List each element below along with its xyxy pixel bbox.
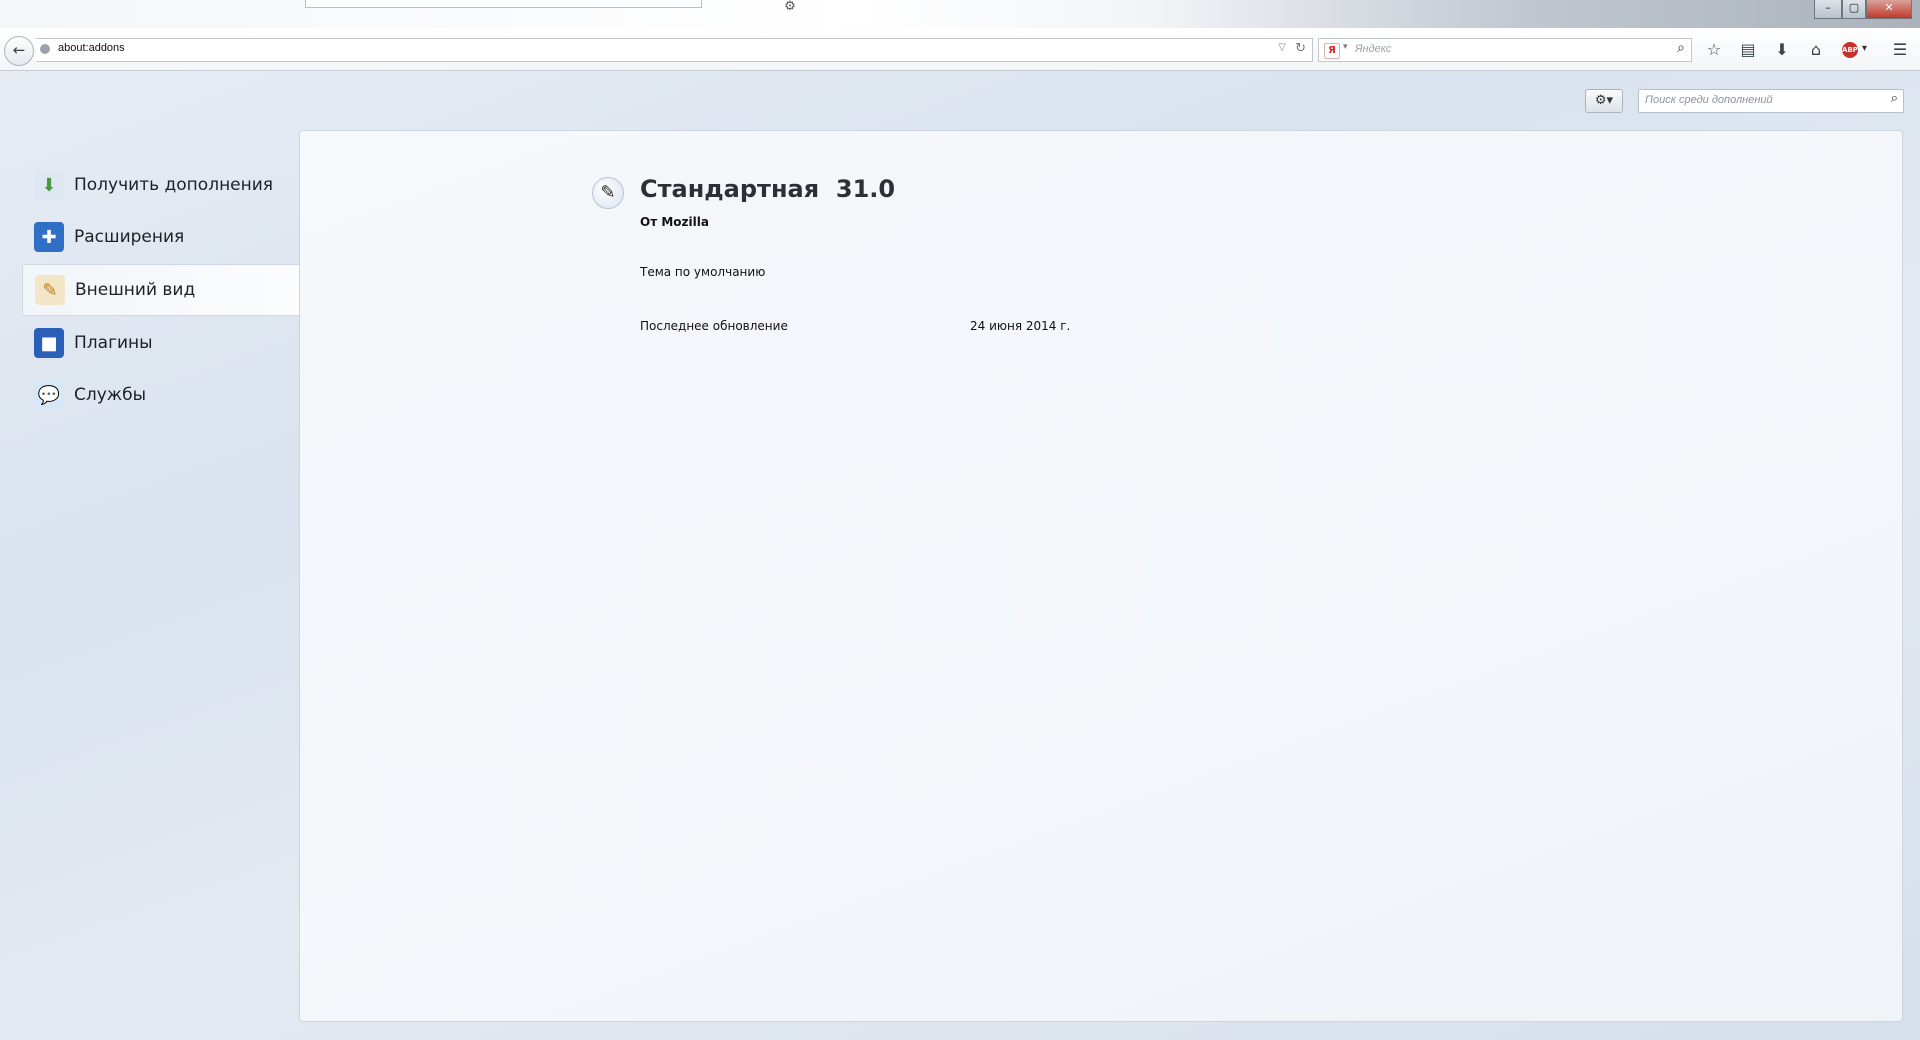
window-controls: – ▢ ✕: [1814, 0, 1912, 19]
category-plugins[interactable]: ■ Плагины: [22, 318, 300, 368]
reload-icon[interactable]: ↻: [1295, 41, 1306, 56]
appearance-icon: ✎: [35, 275, 65, 305]
menu-hamburger-icon[interactable]: ☰: [1886, 38, 1914, 62]
gear-icon: ⚙▾: [1594, 93, 1614, 108]
navigation-bar: ← about:addons ▽ ↻ Я ▾ Яндекс ⌕ ☆ ▤ ⬇ ⌂ …: [0, 28, 1920, 71]
get-addons-icon: ⬇: [34, 170, 64, 200]
url-bar[interactable]: about:addons ▽ ↻: [36, 38, 1313, 62]
plugin-icon: ■: [34, 328, 64, 358]
last-updated-value: 24 июня 2014 г.: [970, 319, 1071, 333]
home-icon[interactable]: ⌂: [1802, 38, 1830, 62]
browser-tab[interactable]: [305, 0, 702, 8]
bookmarks-list-icon[interactable]: ▤: [1734, 38, 1762, 62]
addon-description: Тема по умолчанию: [640, 265, 766, 279]
yandex-logo-icon[interactable]: Я: [1324, 43, 1340, 59]
services-icon: 💬: [34, 380, 64, 410]
addons-tools-button[interactable]: ⚙▾: [1585, 89, 1623, 113]
category-label: Расширения: [74, 227, 185, 247]
category-get-addons[interactable]: ⬇ Получить дополнения: [22, 160, 300, 210]
search-icon[interactable]: ⌕: [1677, 40, 1685, 56]
minimize-button[interactable]: –: [1814, 0, 1842, 19]
toolbar-icons: ☆ ▤ ⬇ ⌂ ABP ▾ ☰: [1700, 38, 1914, 62]
globe-icon: [40, 44, 50, 54]
chevron-down-icon: ▾: [1862, 43, 1868, 54]
addon-name-text: Стандартная: [640, 175, 820, 203]
category-extensions[interactable]: ✚ Расширения: [22, 212, 300, 262]
creator-name: Mozilla: [661, 215, 709, 229]
addon-detail-pane: ✎ Стандартная 31.0 От Mozilla Тема по ум…: [299, 130, 1903, 1022]
category-label: Службы: [74, 385, 147, 405]
engine-dropdown-icon[interactable]: ▾: [1343, 42, 1348, 52]
back-button[interactable]: ←: [4, 36, 34, 66]
addons-search-input[interactable]: Поиск среди дополнений ⌕: [1638, 89, 1904, 113]
title-bar: ⚙ – ▢ ✕: [0, 0, 1920, 28]
category-sidebar: ⬇ Получить дополнения ✚ Расширения ✎ Вне…: [22, 160, 300, 422]
adblock-button[interactable]: ABP ▾: [1836, 38, 1880, 62]
last-updated-label: Последнее обновление: [640, 319, 788, 333]
category-label: Внешний вид: [75, 280, 196, 300]
category-label: Получить дополнения: [74, 175, 274, 195]
addons-search-placeholder: Поиск среди дополнений: [1645, 94, 1773, 106]
adblock-icon: ABP: [1842, 42, 1858, 58]
gear-icon[interactable]: ⚙: [779, 0, 801, 14]
url-text[interactable]: about:addons: [58, 42, 125, 54]
addon-version: 31.0: [835, 175, 896, 203]
category-services[interactable]: 💬 Службы: [22, 370, 300, 420]
category-label: Плагины: [74, 333, 153, 353]
chevron-down-icon[interactable]: ▽: [1278, 42, 1286, 53]
category-appearance[interactable]: ✎ Внешний вид: [22, 264, 300, 316]
search-icon[interactable]: ⌕: [1891, 91, 1898, 106]
theme-icon: ✎: [592, 177, 624, 209]
addon-creator: От Mozilla: [640, 215, 709, 229]
addon-name: Стандартная 31.0: [640, 175, 895, 203]
download-icon[interactable]: ⬇: [1768, 38, 1796, 62]
bookmark-star-icon[interactable]: ☆: [1700, 38, 1728, 62]
web-search-bar[interactable]: Я ▾ Яндекс ⌕: [1318, 38, 1692, 62]
maximize-button[interactable]: ▢: [1842, 0, 1866, 19]
creator-prefix: От: [640, 215, 658, 229]
web-search-placeholder: Яндекс: [1355, 43, 1392, 55]
arrow-left-icon: ←: [12, 41, 26, 59]
puzzle-icon: ✚: [34, 222, 64, 252]
close-button[interactable]: ✕: [1866, 0, 1912, 19]
